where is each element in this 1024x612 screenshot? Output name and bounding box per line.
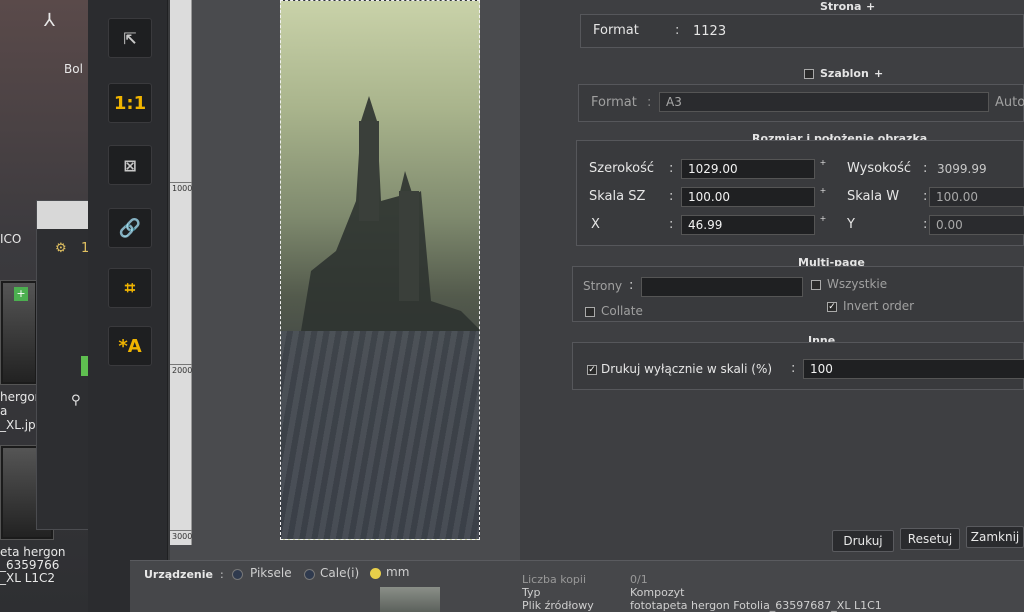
app-logo-icon: ⅄: [44, 10, 55, 31]
link-small-icon: ⚲: [71, 393, 81, 408]
preview-ground: [281, 331, 479, 539]
strona-title: Strona: [820, 0, 862, 13]
multipage-group: Strony : Wszystkie Collate ✓ Invert orde…: [572, 266, 1024, 322]
wysokosc-colon: :: [923, 161, 928, 176]
format-colon: :: [675, 23, 680, 38]
wszystkie-label: Wszystkie: [827, 277, 888, 291]
x-input[interactable]: 46.99: [681, 215, 815, 235]
szablon-expand-icon[interactable]: +: [874, 67, 883, 80]
szerokosc-label: Szerokość: [589, 161, 655, 176]
szablon-auto-label: Auto: [995, 95, 1024, 110]
y-colon: :: [923, 217, 928, 232]
close-button[interactable]: Zamknij: [966, 526, 1024, 548]
mini-preview-thumbnail: [380, 587, 440, 612]
y-label: Y: [847, 217, 855, 232]
fit-frame-icon[interactable]: ⌗: [108, 268, 152, 308]
ruler-label-3000: 3000: [172, 532, 193, 541]
skala-sz-spinner[interactable]: +: [819, 187, 827, 195]
drukuj-skala-label: Drukuj wyłącznie w skali (%): [601, 362, 773, 376]
ruler-tick: [170, 530, 192, 531]
drukuj-skala-checkbox[interactable]: ✓: [587, 365, 597, 375]
format-label: Format: [593, 23, 639, 38]
print-button[interactable]: Drukuj: [832, 530, 894, 552]
rozmiar-group: Szerokość : 1029.00 + Wysokość : 3099.99…: [576, 140, 1024, 246]
drukuj-skala-input[interactable]: 100: [803, 359, 1024, 379]
strony-colon: :: [629, 278, 634, 293]
copies-value: 0/1: [630, 573, 648, 586]
szablon-group: Format : A3 Auto: [578, 84, 1024, 122]
format-value: 1123: [693, 24, 727, 39]
add-badge[interactable]: +: [14, 287, 28, 301]
thumbnail-2-caption-b: _6359766: [0, 558, 60, 572]
x-colon: :: [669, 217, 674, 232]
strony-label: Strony: [583, 279, 623, 293]
text-tool-button[interactable]: *A: [108, 326, 152, 366]
unit-radio-inches[interactable]: [304, 569, 315, 580]
print-preview: 1000 2000 3000: [170, 0, 520, 560]
unit-radio-pixels[interactable]: [232, 569, 243, 580]
unit-radio-mm[interactable]: [370, 568, 381, 579]
invert-order-checkbox[interactable]: ✓: [827, 302, 837, 312]
ruler-tick: [170, 364, 192, 365]
vertical-ruler: 1000 2000 3000: [170, 0, 192, 545]
skala-sz-input[interactable]: 100.00: [681, 187, 815, 207]
device-colon: :: [220, 568, 224, 581]
wysokosc-value: 3099.99: [937, 162, 987, 176]
skala-w-input[interactable]: 100.00: [929, 187, 1024, 207]
szablon-format-colon: :: [647, 95, 652, 110]
thumbnail-1-caption-b: a: [0, 404, 8, 418]
ruler-label-1000: 1000: [172, 184, 193, 193]
print-settings-dialog: Strona + Format : 1123 Szablon + Format …: [520, 0, 1024, 560]
fit-window-icon[interactable]: ⊠: [108, 145, 152, 185]
collate-checkbox[interactable]: [585, 307, 595, 317]
export-icon[interactable]: ⇱: [108, 18, 152, 58]
skala-w-label: Skala W: [847, 189, 900, 204]
reset-button[interactable]: Resetuj: [900, 528, 960, 550]
zoom-actual-size-button[interactable]: 1:1: [108, 83, 152, 123]
ruler-tick: [170, 182, 192, 183]
tool-sidebar: ⇱ 1:1 ⊠ 🔗 ⌗ *A: [88, 0, 168, 612]
status-bar: Urządzenie : Piksele Cale(i) mm Liczba k…: [130, 560, 1024, 612]
preview-image[interactable]: [280, 0, 480, 540]
unit-label-mm: mm: [386, 565, 410, 579]
szerokosc-spinner[interactable]: +: [819, 159, 827, 167]
szerokosc-input[interactable]: 1029.00: [681, 159, 815, 179]
device-label: Urządzenie: [144, 568, 213, 581]
type-label: Typ: [522, 586, 541, 599]
type-value: Kompozyt: [630, 586, 685, 599]
szablon-format-label: Format: [591, 95, 637, 110]
inne-group: ✓ Drukuj wyłącznie w skali (%) : 100: [572, 342, 1024, 390]
partial-label: ICO: [0, 232, 22, 246]
thumbnail-2-caption-c: _XL L1C2: [0, 571, 56, 585]
szablon-checkbox[interactable]: [804, 69, 814, 79]
source-file-value: fototapeta hergon Fotolia_63597687_XL L1…: [630, 599, 882, 612]
wysokosc-label: Wysokość: [847, 161, 911, 176]
thumbnail-2-caption: eta hergon: [0, 545, 66, 559]
unit-label-inches: Cale(i): [320, 566, 360, 580]
copies-label: Liczba kopii: [522, 573, 587, 586]
y-input[interactable]: 0.00: [929, 215, 1024, 235]
strony-input[interactable]: [641, 277, 803, 297]
app-label: Bol: [64, 62, 83, 76]
wszystkie-checkbox[interactable]: [811, 280, 821, 290]
strona-expand-icon[interactable]: +: [866, 0, 875, 13]
szerokosc-colon: :: [669, 161, 674, 176]
collate-label: Collate: [601, 304, 643, 318]
x-spinner[interactable]: +: [819, 215, 827, 223]
invert-order-label: Invert order: [843, 299, 915, 313]
skala-sz-label: Skala SZ: [589, 189, 646, 204]
drukuj-skala-colon: :: [791, 361, 796, 376]
x-label: X: [591, 217, 600, 232]
skala-sz-colon: :: [669, 189, 674, 204]
link-icon[interactable]: 🔗: [108, 208, 152, 248]
szablon-format-select[interactable]: A3: [659, 92, 989, 112]
unit-label-pixels: Piksele: [250, 566, 292, 580]
skala-w-colon: :: [923, 189, 928, 204]
szablon-title: Szablon: [820, 67, 869, 80]
gear-icon: ⚙: [55, 241, 67, 256]
ruler-label-2000: 2000: [172, 366, 193, 375]
source-file-label: Plik źródłowy: [522, 599, 594, 612]
strona-group: Format : 1123: [580, 14, 1024, 48]
